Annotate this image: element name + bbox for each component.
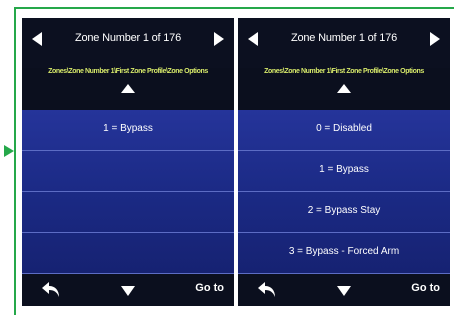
keypad-screen-1: Zone Number 1 of 176 Zones\Zone Number 1… <box>22 18 234 306</box>
option-label: 3 = Bypass - Forced Arm <box>288 246 400 257</box>
breadcrumb: Zones\Zone Number 1\First Zone Profile\Z… <box>48 68 208 75</box>
option-list: 0 = Disabled 1 = Bypass 2 = Bypass Stay … <box>238 110 450 274</box>
list-item[interactable]: 2 = Bypass Stay <box>238 192 450 233</box>
list-item[interactable]: 0 = Disabled <box>238 110 450 151</box>
triangle-up-icon[interactable] <box>336 82 352 94</box>
green-frame-line <box>14 7 454 9</box>
back-arrow-icon[interactable] <box>40 280 62 300</box>
list-item[interactable]: 1 = Bypass <box>238 151 450 192</box>
triangle-up-icon[interactable] <box>120 82 136 94</box>
list-item[interactable]: 1 = Bypass <box>22 110 234 151</box>
triangle-left-icon[interactable] <box>30 30 44 48</box>
triangle-right-icon[interactable] <box>212 30 226 48</box>
option-label: 0 = Disabled <box>316 123 372 134</box>
screen-header: Zone Number 1 of 176 <box>238 18 450 68</box>
goto-button[interactable]: Go to <box>195 282 224 294</box>
option-label: 1 = Bypass <box>319 164 369 175</box>
triangle-right-icon[interactable] <box>428 30 442 48</box>
screen-footer: Go to <box>238 274 450 306</box>
breadcrumb: Zones\Zone Number 1\First Zone Profile\Z… <box>264 68 424 75</box>
arrow-right-icon <box>4 145 14 157</box>
list-item[interactable] <box>22 192 234 233</box>
back-arrow-icon[interactable] <box>256 280 278 300</box>
screen-header: Zone Number 1 of 176 <box>22 18 234 68</box>
green-frame-line <box>14 7 16 315</box>
keypad-screen-2: Zone Number 1 of 176 Zones\Zone Number 1… <box>238 18 450 306</box>
screen-footer: Go to <box>22 274 234 306</box>
goto-button[interactable]: Go to <box>411 282 440 294</box>
list-item[interactable]: 3 = Bypass - Forced Arm <box>238 233 450 274</box>
list-item[interactable] <box>22 151 234 192</box>
list-item[interactable] <box>22 233 234 274</box>
triangle-down-icon[interactable] <box>336 285 352 297</box>
screen-title: Zone Number 1 of 176 <box>74 32 182 44</box>
triangle-down-icon[interactable] <box>120 285 136 297</box>
option-label: 1 = Bypass <box>103 123 153 134</box>
triangle-left-icon[interactable] <box>246 30 260 48</box>
option-list: 1 = Bypass <box>22 110 234 274</box>
option-label: 2 = Bypass Stay <box>307 205 381 216</box>
screen-title: Zone Number 1 of 176 <box>290 32 398 44</box>
